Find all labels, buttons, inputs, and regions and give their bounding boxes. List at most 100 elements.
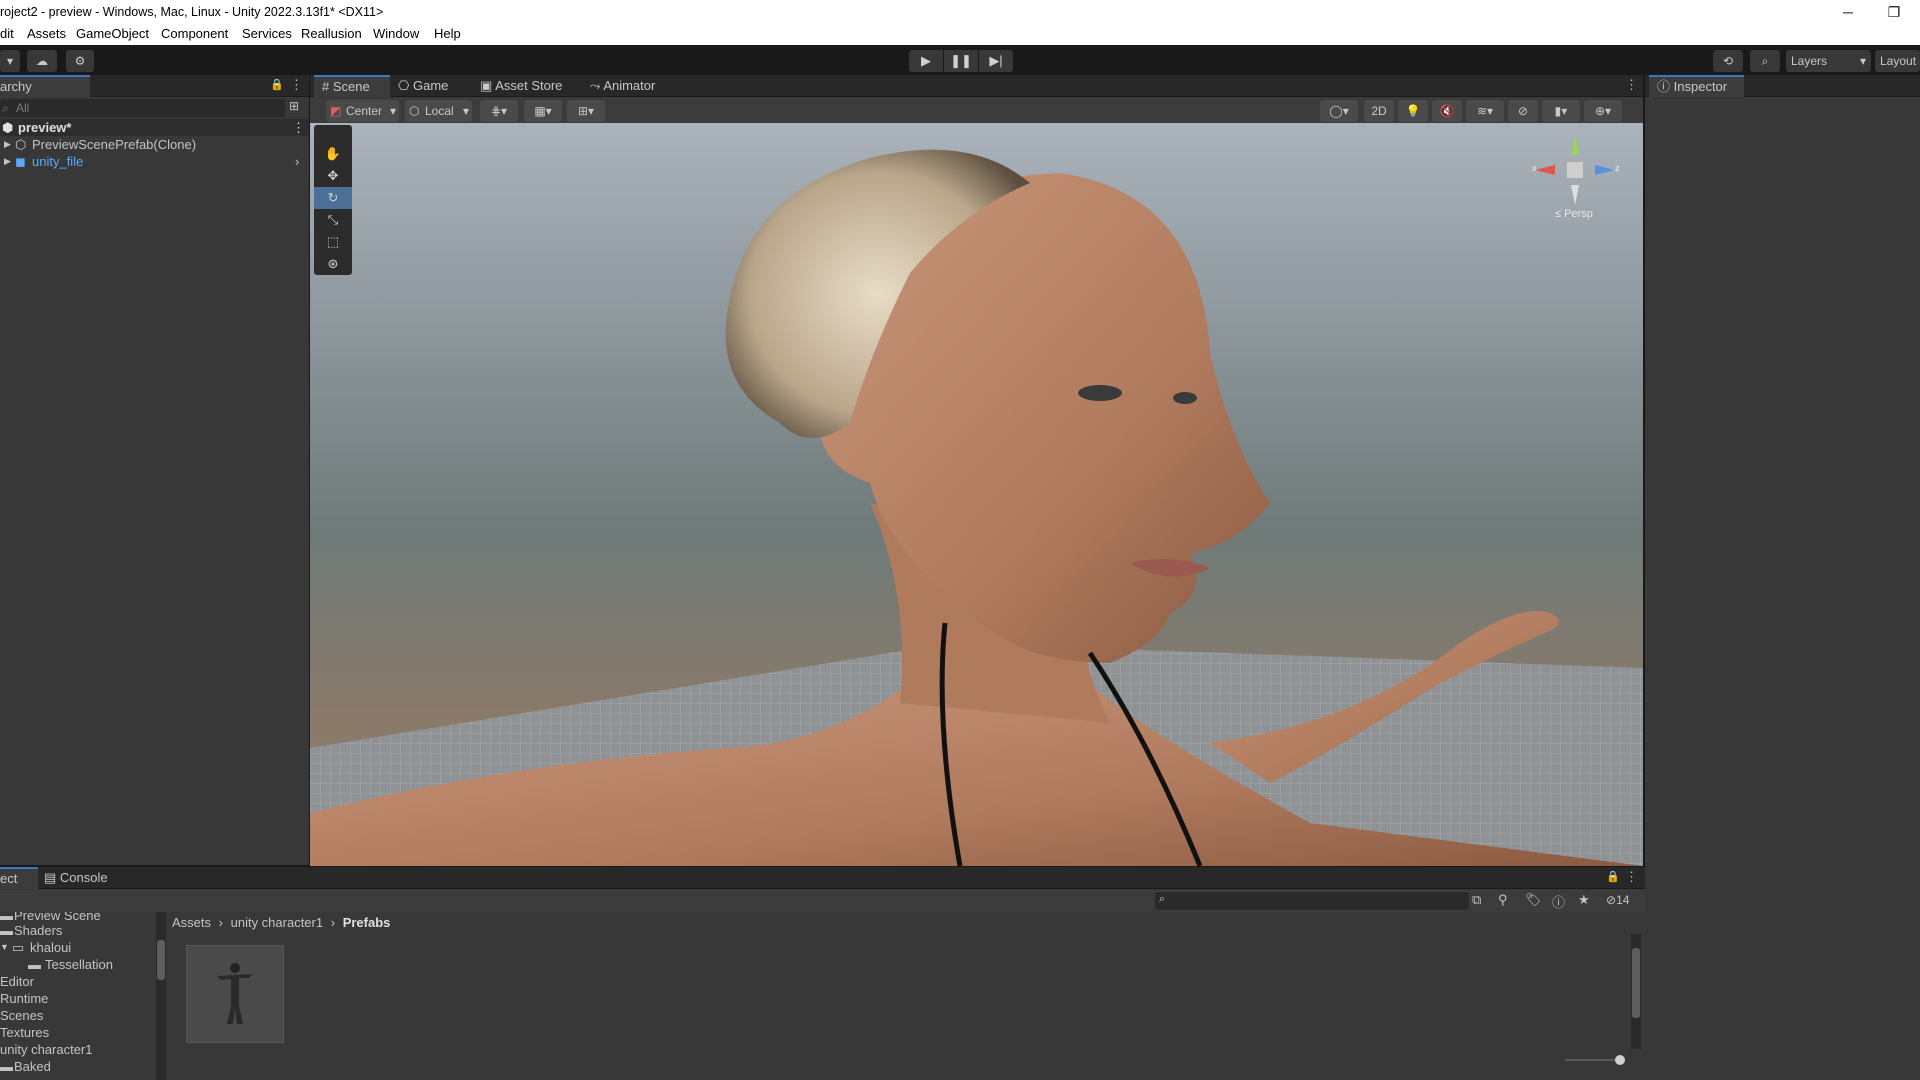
tab-asset-store[interactable]: ▣ Asset Store	[480, 75, 575, 97]
tree-item[interactable]: Runtime	[0, 990, 48, 1007]
tree-item[interactable]: ▬ Tessellation	[0, 956, 113, 973]
tree-item[interactable]: ▬ Shaders	[0, 922, 62, 939]
scale-tool-button[interactable]: ⤡	[314, 209, 352, 231]
tag-icon[interactable]: 🏷	[1525, 892, 1542, 908]
tree-item[interactable]: Textures	[0, 1024, 49, 1041]
chevron-right-icon[interactable]: ›	[295, 153, 299, 170]
more-icon[interactable]: ⋮	[290, 77, 303, 93]
grid-snap-button[interactable]: ⋕▾	[480, 100, 518, 122]
asset-thumbnail[interactable]	[186, 945, 284, 1043]
tab-inspector-label: Inspector	[1673, 79, 1728, 94]
breadcrumb-prefabs[interactable]: Prefabs	[343, 915, 391, 930]
project-search-input[interactable]: ⌕	[1155, 892, 1469, 910]
search-by-label-icon[interactable]: ⚲	[1498, 892, 1508, 908]
more-icon[interactable]: ⋮	[1625, 77, 1638, 93]
transform-tool-button[interactable]: ⊛	[314, 253, 352, 275]
menu-component[interactable]: Component	[161, 26, 228, 41]
tree-item[interactable]: ▬ Baked	[0, 1058, 51, 1075]
hidden-objects-toggle[interactable]: ⊘	[1508, 100, 1538, 122]
orientation-gizmo[interactable]: x z ≤ Persp	[1532, 135, 1620, 225]
effects-dropdown[interactable]: ≋▾	[1466, 100, 1504, 122]
rect-tool-button[interactable]: ⬚	[314, 231, 352, 253]
tab-animator[interactable]: ⤳ Animator	[590, 75, 680, 97]
layout-label: Layout	[1880, 54, 1917, 68]
breadcrumb-unity-character1[interactable]: unity character1	[231, 915, 324, 930]
zoom-slider[interactable]	[1565, 1055, 1625, 1065]
menu-gameobject[interactable]: GameObject	[76, 26, 149, 41]
more-icon[interactable]: ⋮	[1625, 869, 1638, 885]
effects-icon: ≋▾	[1476, 104, 1494, 118]
assets-scroll-thumb[interactable]	[1632, 948, 1640, 1018]
scene-more-icon[interactable]: ⋮	[292, 119, 305, 136]
menu-window[interactable]: Window	[373, 26, 419, 41]
camera-dropdown[interactable]: ▮▾	[1542, 100, 1580, 122]
hidden-packages-toggle[interactable]: ⊘14	[1606, 893, 1629, 907]
search-button[interactable]: ⌕	[1750, 50, 1780, 72]
menu-reallusion[interactable]: Reallusion	[301, 26, 362, 41]
gizmos-dropdown[interactable]: ⊕▾	[1584, 100, 1622, 122]
tree-item-label: Baked	[14, 1059, 51, 1074]
scene-viewport[interactable]: ✋ ✥ ↻ ⤡ ⬚ ⊛ x z ≤ Persp	[310, 123, 1643, 866]
grid-visibility-button[interactable]: ▦▾	[524, 100, 562, 122]
audio-toggle[interactable]: 🔇	[1432, 100, 1462, 122]
account-dropdown[interactable]: ▾	[0, 50, 20, 72]
tree-scrollbar[interactable]	[156, 912, 166, 1080]
expand-arrow-icon[interactable]: ▶	[4, 153, 11, 170]
pause-button[interactable]: ❚❚	[944, 50, 978, 72]
hand-tool-button[interactable]: ✋	[314, 143, 352, 165]
draw-mode-dropdown[interactable]: ◯▾	[1320, 100, 1358, 122]
menu-edit[interactable]: dit	[0, 26, 14, 41]
tab-hierarchy[interactable]: archy	[0, 75, 90, 97]
play-button[interactable]: ▶	[909, 50, 943, 72]
tree-item[interactable]: Scenes	[0, 1007, 43, 1024]
layout-dropdown[interactable]: Layout	[1875, 50, 1920, 72]
tree-item-label: Textures	[0, 1025, 50, 1040]
space-dropdown[interactable]: ⬡ Local ▾	[405, 100, 472, 122]
menu-help[interactable]: Help	[434, 26, 461, 41]
hierarchy-search-input[interactable]: ⌕ All	[0, 99, 285, 117]
hierarchy-item[interactable]: ▶ ⬡ PreviewScenePrefab(Clone)	[0, 136, 309, 153]
menu-assets[interactable]: Assets	[27, 26, 66, 41]
layers-dropdown[interactable]: Layers ▾	[1786, 50, 1871, 72]
increment-snap-button[interactable]: ⊞▾	[567, 100, 605, 122]
star-icon[interactable]: ★	[1578, 892, 1590, 908]
zoom-slider-handle[interactable]	[1615, 1055, 1625, 1065]
lock-icon[interactable]: 🔒	[270, 78, 284, 91]
main-toolbar: ▾ ☁ ⚙ ▶ ❚❚ ▶| ⟲ ⌕ Layers ▾ Layout	[0, 45, 1920, 75]
create-button[interactable]: ⊞	[289, 99, 299, 113]
pivot-dropdown[interactable]: ◩ Center ▾	[326, 100, 399, 122]
expand-arrow-icon[interactable]: ▼	[0, 939, 9, 956]
restore-button[interactable]: ❐	[1871, 0, 1917, 24]
hierarchy-item[interactable]: ▶ ◼ unity_file ›	[0, 153, 309, 170]
move-tool-button[interactable]: ✥	[314, 165, 352, 187]
assets-scrollbar[interactable]	[1631, 934, 1641, 1049]
step-button[interactable]: ▶|	[979, 50, 1013, 72]
search-by-type-icon[interactable]: ⧉	[1472, 892, 1481, 908]
tab-game[interactable]: ⎔ Game	[398, 75, 463, 97]
lock-icon[interactable]: 🔒	[1606, 870, 1620, 883]
warning-icon[interactable]: ⓘ	[1552, 892, 1565, 911]
history-button[interactable]: ⟲	[1713, 50, 1743, 72]
minimize-button[interactable]: ─	[1825, 0, 1871, 24]
tab-scene[interactable]: # Scene	[314, 75, 390, 97]
axis-x-label: x	[1532, 163, 1537, 173]
tab-project[interactable]: ect	[0, 867, 38, 889]
scene-row[interactable]: ⬢ preview* ⋮	[0, 119, 309, 136]
tree-scroll-thumb[interactable]	[157, 940, 165, 980]
expand-arrow-icon[interactable]: ▶	[4, 136, 11, 153]
tab-inspector[interactable]: ⓘ Inspector	[1649, 75, 1744, 97]
rotate-tool-button[interactable]: ↻	[314, 187, 352, 209]
tree-item[interactable]: ▼ ▭ khaloui	[0, 939, 71, 956]
tree-item[interactable]: Editor	[0, 973, 34, 990]
menu-services[interactable]: Services	[242, 26, 292, 41]
cloud-button[interactable]: ☁	[27, 50, 57, 72]
perspective-label[interactable]: ≤ Persp	[1555, 208, 1593, 220]
breadcrumb-assets[interactable]: Assets	[172, 915, 211, 930]
tree-item[interactable]: unity character1	[0, 1041, 93, 1058]
collab-button[interactable]: ⚙	[66, 50, 94, 72]
tab-console[interactable]: ▤ Console	[42, 867, 122, 889]
lighting-toggle[interactable]: 💡	[1398, 100, 1428, 122]
hand-icon: ✋	[324, 146, 342, 161]
toggle-2d-button[interactable]: 2D	[1364, 100, 1394, 122]
hidden-count: 14	[1616, 893, 1630, 907]
